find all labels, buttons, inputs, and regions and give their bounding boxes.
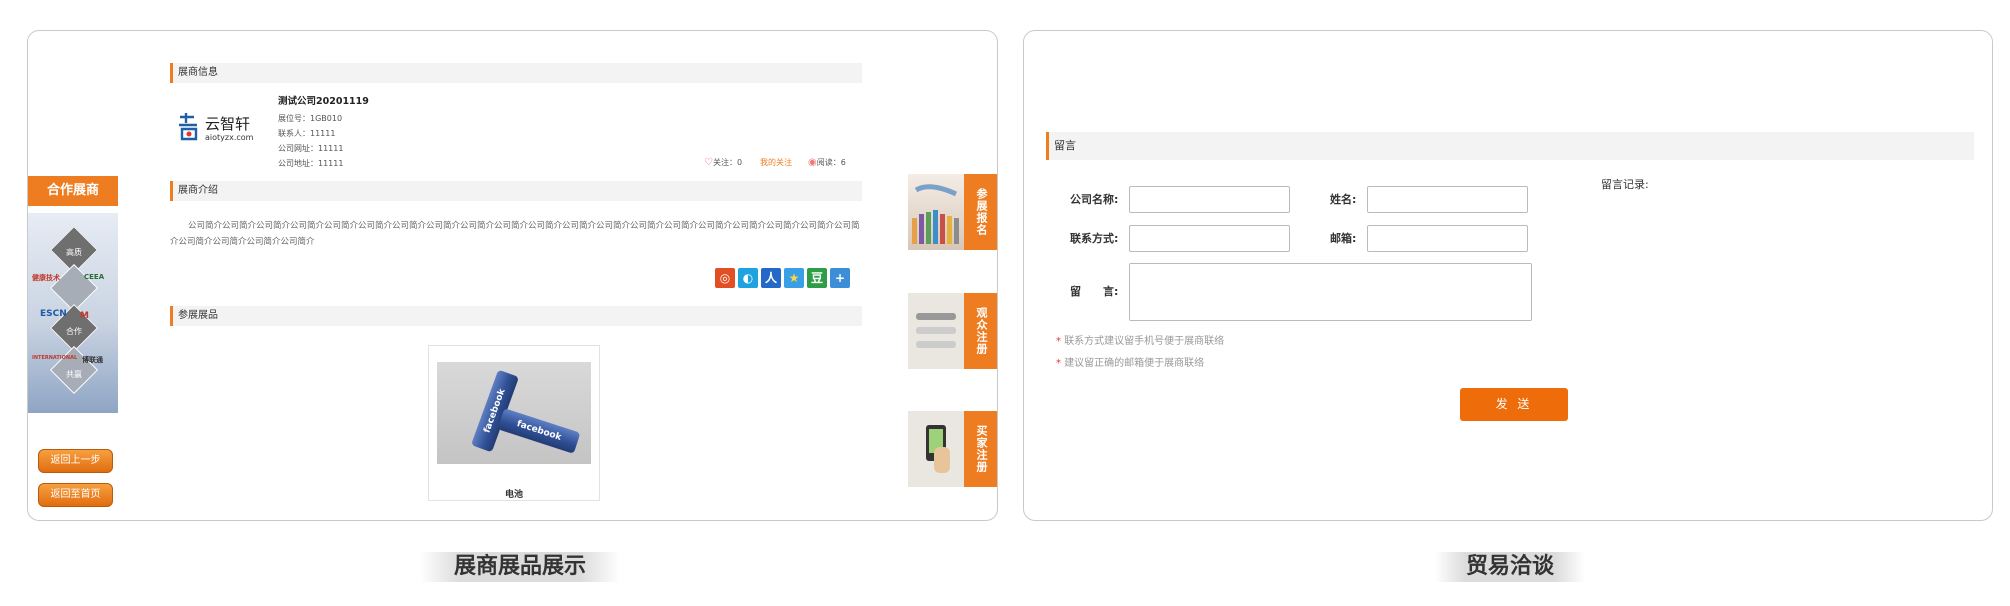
- star-icon[interactable]: ★: [784, 268, 804, 288]
- read-stat: ◉阅读：6: [808, 157, 846, 168]
- brand-5: INTERNATIONAL: [32, 355, 78, 361]
- brand-4: M: [80, 311, 89, 321]
- email-label: 邮箱:: [1330, 232, 1357, 245]
- company-name-input[interactable]: [1129, 186, 1290, 213]
- address-line: 公司地址：11111: [278, 159, 344, 168]
- plus-icon[interactable]: +: [830, 268, 850, 288]
- brand-6: 博联通: [82, 356, 103, 364]
- phone-illustration: [908, 411, 964, 487]
- brand-2: CEEA: [84, 273, 105, 281]
- website-line: 公司网址：11111: [278, 144, 344, 153]
- coop-label-1: 高质: [66, 248, 82, 257]
- coop-title: 合作展商: [28, 176, 118, 206]
- send-button[interactable]: 发 送: [1460, 388, 1568, 421]
- back-home-button[interactable]: 返回至首页: [38, 483, 113, 507]
- contact-line: 联系人：11111: [278, 129, 336, 138]
- brand-3: ESCN: [40, 309, 67, 319]
- crowd-icon: [912, 184, 959, 244]
- company-name-label: 公司名称:: [1070, 193, 1119, 206]
- email-input[interactable]: [1367, 225, 1528, 252]
- visitor-register-label[interactable]: 观众注册: [964, 293, 997, 369]
- caption-trade: 贸易洽谈: [1435, 552, 1585, 582]
- products-header: 参展展品: [170, 306, 862, 326]
- battery-2: facebook: [497, 408, 581, 454]
- logo-domain: aiotyzx.com: [205, 133, 254, 142]
- product-image: facebook facebook: [437, 362, 591, 464]
- exhibitor-panel: 展商信息 云智轩 aiotyzx.com 测试公司20201119 展位号：1G…: [27, 30, 998, 521]
- exhibit-register-label[interactable]: 参展报名: [964, 174, 997, 250]
- qzone-icon[interactable]: ◐: [738, 268, 758, 288]
- exhibitor-info-header: 展商信息: [170, 63, 862, 83]
- company-logo: 云智轩 aiotyzx.com: [176, 111, 266, 151]
- product-name: 电池: [504, 490, 523, 500]
- company-name: 测试公司20201119: [278, 96, 369, 107]
- contact-input[interactable]: [1129, 225, 1290, 252]
- visitor-register-tab[interactable]: 观众注册: [908, 293, 997, 369]
- booth-line: 展位号：1GB010: [278, 114, 343, 123]
- intro-text: 公司简介公司简介公司简介公司简介公司简介公司简介公司简介公司简介公司简介公司简介…: [170, 221, 860, 247]
- message-textarea[interactable]: [1129, 263, 1532, 321]
- contact-label: 联系方式:: [1070, 232, 1119, 245]
- renren-icon[interactable]: 人: [761, 268, 781, 288]
- back-prev-button[interactable]: 返回上一步: [38, 449, 113, 473]
- brand-1: 健康技术: [32, 274, 60, 282]
- name-label: 姓名:: [1330, 193, 1357, 206]
- trade-talk-panel: 留言 公司名称: 姓名: 联系方式: 邮箱: 留 言: 留言记录: * 联系方式…: [1023, 30, 1993, 521]
- name-input[interactable]: [1367, 186, 1528, 213]
- message-record-label: 留言记录:: [1601, 178, 1649, 191]
- people-illustration: [908, 174, 964, 250]
- weibo-icon[interactable]: ◎: [715, 268, 735, 288]
- product-card[interactable]: facebook facebook 电池: [428, 345, 600, 501]
- my-follow-link[interactable]: 我的关注: [760, 157, 792, 168]
- follow-stat[interactable]: ♡关注：0: [704, 157, 742, 168]
- coop-label-3: 共赢: [66, 370, 82, 379]
- share-bar: ◎ ◐ 人 ★ 豆 +: [715, 268, 850, 288]
- buyer-register-label[interactable]: 买家注册: [964, 411, 997, 487]
- exhibit-register-tab[interactable]: 参展报名: [908, 174, 997, 250]
- message-header: 留言: [1046, 132, 1974, 160]
- intro-header: 展商介绍: [170, 181, 862, 201]
- form-illustration: [908, 293, 964, 369]
- eye-icon: ◉: [808, 157, 817, 168]
- logo-text: 云智轩: [205, 115, 251, 133]
- buyer-register-tab[interactable]: 买家注册: [908, 411, 997, 487]
- heart-icon: ♡: [704, 157, 713, 168]
- coop-label-2: 合作: [66, 327, 82, 336]
- email-note: * 建议留正确的邮箱便于展商联络: [1056, 358, 1205, 369]
- logo-mark-icon: [179, 113, 198, 141]
- douban-icon[interactable]: 豆: [807, 268, 827, 288]
- caption-exhibit: 展商展品展示: [420, 552, 620, 582]
- message-label: 留 言:: [1070, 285, 1119, 298]
- contact-note: * 联系方式建议留手机号便于展商联络: [1056, 336, 1225, 347]
- coop-partners: 高质 合作 共赢 健康技术 CEEA ESCN M INTERNATIONAL …: [28, 213, 118, 413]
